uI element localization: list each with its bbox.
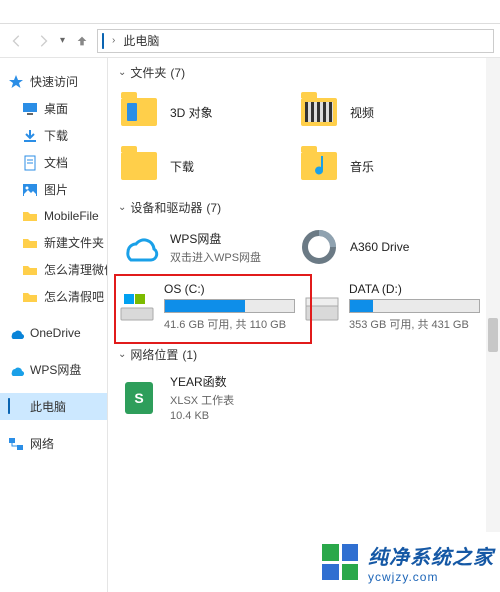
picture-icon <box>22 182 38 198</box>
chevron-down-icon: ⌄ <box>118 349 126 360</box>
folder-item-downloads[interactable]: 下载 <box>114 139 294 193</box>
svg-text:S: S <box>134 390 143 406</box>
content-pane: ⌄ 文件夹 (7) 3D 对象 视频 <box>108 58 500 592</box>
folder-item-3dobjects[interactable]: 3D 对象 <box>114 85 294 139</box>
sidebar-item-pictures[interactable]: 图片 <box>0 176 107 203</box>
document-icon <box>22 155 38 171</box>
folder-icon <box>22 235 38 251</box>
chevron-right-icon: › <box>110 35 117 46</box>
sidebar-item-downloads[interactable]: 下载 <box>0 122 107 149</box>
item-label: A360 Drive <box>350 240 409 254</box>
vertical-scrollbar[interactable] <box>486 58 500 532</box>
sidebar-item-label: 快速访问 <box>30 73 78 90</box>
sidebar-item-documents[interactable]: 文档 <box>0 149 107 176</box>
item-label: 视频 <box>350 104 374 121</box>
download-icon <box>22 128 38 144</box>
sidebar-item-mobilefile[interactable]: MobileFile <box>0 203 107 229</box>
section-title: 设备和驱动器 <box>130 199 202 216</box>
drive-item-d[interactable]: DATA (D:) 353 GB 可用, 共 431 GB <box>299 274 484 340</box>
section-count: (1) <box>182 348 197 362</box>
onedrive-icon <box>8 325 24 341</box>
sidebar-item-wechat-clean[interactable]: 怎么清理微信 <box>0 256 107 283</box>
folder-item-music[interactable]: 音乐 <box>294 139 474 193</box>
sidebar-item-misc-folder[interactable]: 怎么清假吧 <box>0 283 107 310</box>
sidebar-item-label: 文档 <box>44 154 68 171</box>
a360-icon <box>298 226 340 268</box>
sidebar-item-label: 网络 <box>30 435 54 452</box>
wps-cloud-large-icon <box>118 226 160 268</box>
item-sub: 双击进入WPS网盘 <box>170 249 261 265</box>
breadcrumb-location: 此电脑 <box>123 32 159 49</box>
section-title: 文件夹 <box>130 64 166 81</box>
device-item-wps[interactable]: WPS网盘 双击进入WPS网盘 <box>114 220 294 274</box>
drive-stats: 353 GB 可用, 共 431 GB <box>349 316 480 332</box>
section-header-network[interactable]: ⌄ 网络位置 (1) <box>114 340 500 367</box>
section-count: (7) <box>170 66 185 80</box>
breadcrumb-bar: ▾ › 此电脑 <box>0 24 500 58</box>
folder-music-icon <box>298 145 340 187</box>
sidebar-item-label: 下载 <box>44 127 68 144</box>
sidebar-item-label: WPS网盘 <box>30 361 81 378</box>
sidebar-item-wps[interactable]: WPS网盘 <box>0 356 107 383</box>
sidebar-item-newfolder[interactable]: 新建文件夹 <box>0 229 107 256</box>
item-label: 音乐 <box>350 158 374 175</box>
drive-label: DATA (D:) <box>349 282 480 296</box>
sidebar-item-desktop[interactable]: 桌面 <box>0 95 107 122</box>
this-pc-icon <box>102 34 104 48</box>
watermark: 纯净系统之家 ycwjzy.com <box>280 532 500 592</box>
section-header-devices[interactable]: ⌄ 设备和驱动器 (7) <box>114 193 500 220</box>
sidebar-item-label: 新建文件夹 <box>44 234 104 251</box>
sidebar-item-label: MobileFile <box>44 209 99 223</box>
this-pc-icon <box>8 399 24 415</box>
sidebar-item-onedrive[interactable]: OneDrive <box>0 320 107 346</box>
sidebar-item-label: 此电脑 <box>30 398 66 415</box>
network-icon <box>8 436 24 452</box>
item-label: WPS网盘 <box>170 230 261 247</box>
chevron-down-icon: ⌄ <box>118 67 126 78</box>
section-title: 网络位置 <box>130 346 178 363</box>
nav-back-button[interactable] <box>6 30 28 52</box>
sidebar-item-label: 怎么清假吧 <box>44 288 104 305</box>
watermark-title: 纯净系统之家 <box>368 541 494 570</box>
xlsx-icon: S <box>118 377 160 419</box>
item-label: YEAR函数 <box>170 373 234 390</box>
sidebar-item-label: 怎么清理微信 <box>44 261 108 278</box>
folder-item-videos[interactable]: 视频 <box>294 85 474 139</box>
drive-usage-bar <box>164 299 295 313</box>
folder-video-icon <box>298 91 340 133</box>
item-label: 下载 <box>170 158 194 175</box>
drive-usage-bar <box>349 299 480 313</box>
breadcrumb[interactable]: › 此电脑 <box>97 29 494 53</box>
ribbon-tabs-cropped <box>0 0 500 24</box>
watermark-logo-icon <box>322 544 358 580</box>
folder-icon <box>22 262 38 278</box>
sidebar-item-quickaccess[interactable]: 快速访问 <box>0 68 107 95</box>
desktop-icon <box>22 101 38 117</box>
item-size: 10.4 KB <box>170 410 234 422</box>
sidebar-item-this-pc[interactable]: 此电脑 <box>0 393 107 420</box>
nav-forward-button[interactable] <box>32 30 54 52</box>
folder-download-icon <box>118 145 160 187</box>
sidebar: 快速访问 桌面 下载 文档 图片 <box>0 58 108 592</box>
item-type: XLSX 工作表 <box>170 392 234 408</box>
scrollbar-thumb[interactable] <box>488 318 498 352</box>
device-item-a360[interactable]: A360 Drive <box>294 220 474 274</box>
folder-3d-icon <box>118 91 160 133</box>
folder-icon <box>22 289 38 305</box>
wps-cloud-icon <box>8 362 24 378</box>
watermark-url: ycwjzy.com <box>368 570 494 584</box>
nav-history-chevron[interactable]: ▾ <box>58 35 67 46</box>
sidebar-item-label: 图片 <box>44 181 68 198</box>
network-item-xlsx[interactable]: S YEAR函数 XLSX 工作表 10.4 KB <box>114 367 294 428</box>
section-header-folders[interactable]: ⌄ 文件夹 (7) <box>114 58 500 85</box>
sidebar-item-label: OneDrive <box>30 326 81 340</box>
section-count: (7) <box>206 201 221 215</box>
item-label: 3D 对象 <box>170 104 213 121</box>
chevron-down-icon: ⌄ <box>118 202 126 213</box>
folder-icon <box>22 208 38 224</box>
star-icon <box>8 74 24 90</box>
sidebar-item-network[interactable]: 网络 <box>0 430 107 457</box>
nav-up-button[interactable] <box>71 30 93 52</box>
sidebar-item-label: 桌面 <box>44 100 68 117</box>
